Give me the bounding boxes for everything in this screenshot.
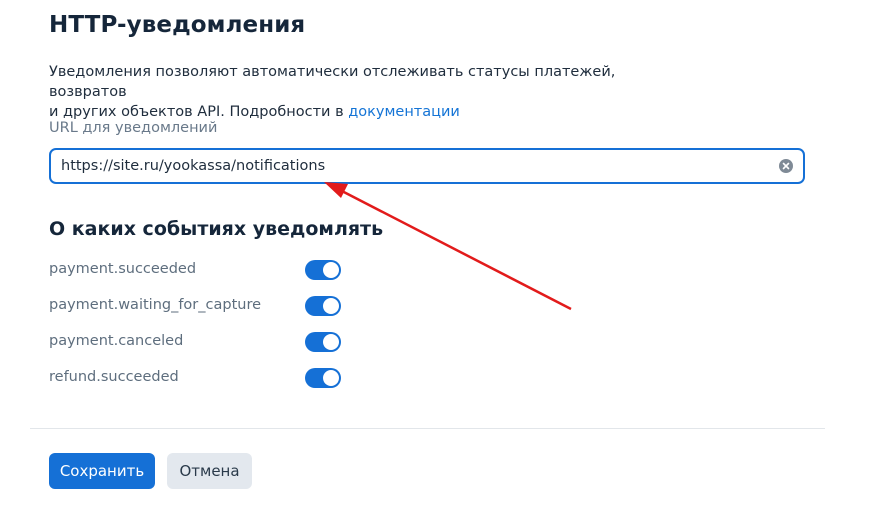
page-title: HTTP-уведомления <box>49 12 306 38</box>
toggle-knob <box>323 334 339 350</box>
description-line-2: и других объектов API. Подробности в <box>49 104 349 120</box>
clear-icon[interactable] <box>779 159 793 173</box>
url-field-label: URL для уведомлений <box>49 120 218 136</box>
toggle-knob <box>323 262 339 278</box>
url-input[interactable] <box>61 150 761 182</box>
save-button[interactable]: Сохранить <box>49 453 155 489</box>
notification-settings-page: HTTP-уведомления Уведомления позволяют а… <box>0 0 873 507</box>
event-toggle-refund-succeeded[interactable] <box>305 368 341 388</box>
event-toggle-payment-succeeded[interactable] <box>305 260 341 280</box>
description-line-1: Уведомления позволяют автоматически отсл… <box>49 64 616 100</box>
event-label: payment.succeeded <box>49 261 197 277</box>
event-row-refund-succeeded: refund.succeeded <box>49 368 341 390</box>
toggle-knob <box>323 370 339 386</box>
url-field[interactable] <box>49 148 805 184</box>
event-label: payment.waiting_for_capture <box>49 297 262 313</box>
event-row-payment-waiting-for-capture: payment.waiting_for_capture <box>49 296 341 318</box>
footer-divider <box>30 428 825 429</box>
event-row-payment-succeeded: payment.succeeded <box>49 260 341 282</box>
description: Уведомления позволяют автоматически отсл… <box>49 62 689 122</box>
event-toggle-payment-waiting-for-capture[interactable] <box>305 296 341 316</box>
event-toggle-payment-canceled[interactable] <box>305 332 341 352</box>
event-row-payment-canceled: payment.canceled <box>49 332 341 354</box>
documentation-link[interactable]: документации <box>348 104 460 120</box>
events-section-title: О каких событиях уведомлять <box>49 218 384 240</box>
event-label: refund.succeeded <box>49 369 179 385</box>
event-label: payment.canceled <box>49 333 184 349</box>
toggle-knob <box>323 298 339 314</box>
cancel-button[interactable]: Отмена <box>167 453 252 489</box>
